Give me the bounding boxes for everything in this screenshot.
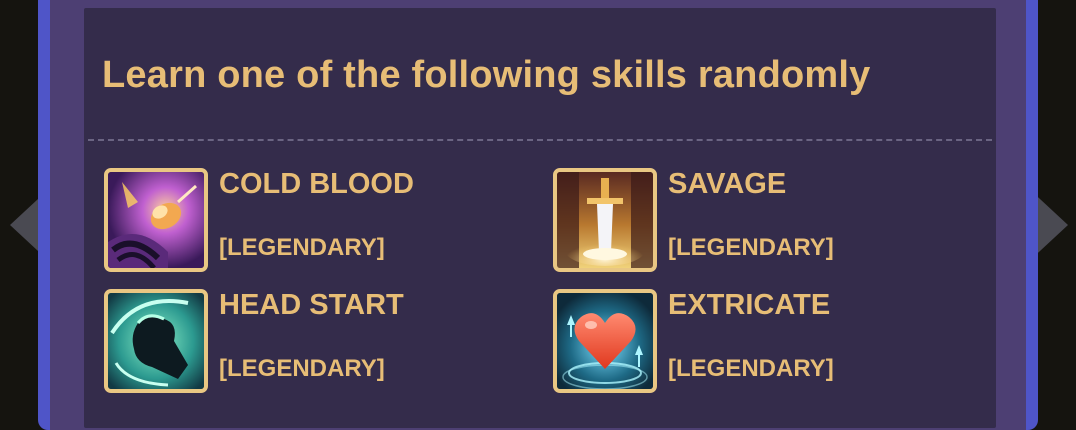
skill-rarity: [LEGENDARY] (219, 234, 385, 261)
skill-rarity: [LEGENDARY] (668, 234, 834, 261)
skill-card-savage[interactable]: SAVAGE [LEGENDARY] (553, 168, 953, 278)
extricate-icon (553, 289, 657, 393)
skill-name: COLD BLOOD (219, 168, 414, 200)
savage-icon (553, 168, 657, 272)
dashed-divider (88, 139, 992, 141)
skill-rarity: [LEGENDARY] (219, 355, 385, 382)
panel-title: Learn one of the following skills random… (102, 54, 871, 96)
skill-card-extricate[interactable]: EXTRICATE [LEGENDARY] (553, 289, 953, 399)
skill-rarity: [LEGENDARY] (668, 355, 834, 382)
skill-card-head-start[interactable]: HEAD START [LEGENDARY] (104, 289, 504, 399)
skill-card-cold-blood[interactable]: COLD BLOOD [LEGENDARY] (104, 168, 504, 278)
skill-name: EXTRICATE (668, 289, 831, 321)
skill-selection-panel: Learn one of the following skills random… (84, 8, 996, 428)
cold-blood-icon (104, 168, 208, 272)
head-start-icon (104, 289, 208, 393)
skill-name: SAVAGE (668, 168, 787, 200)
skill-name: HEAD START (219, 289, 404, 321)
